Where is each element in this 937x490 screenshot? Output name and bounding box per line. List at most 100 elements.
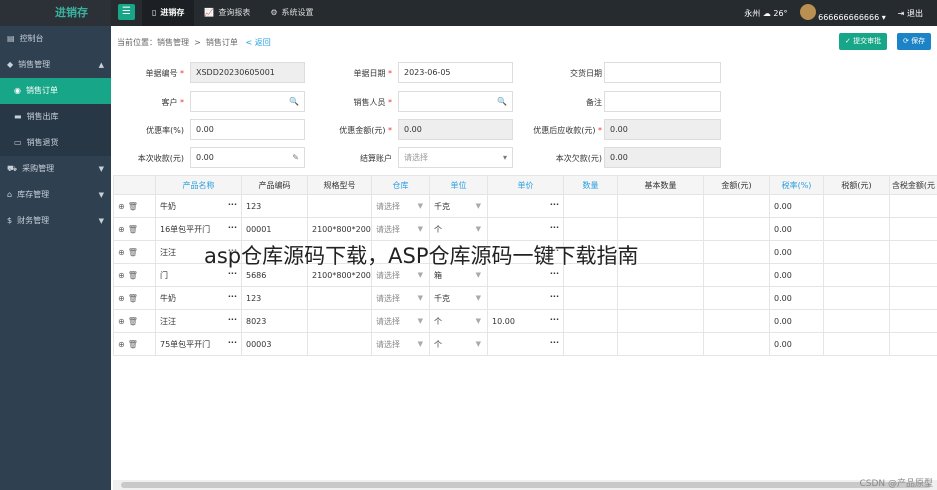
cell-product-name[interactable]: 牛奶 ··· xyxy=(155,194,242,218)
chevron-down-icon: ▼ xyxy=(417,271,423,279)
cell-warehouse[interactable]: 请选择 ▼ xyxy=(371,309,430,333)
more-icon[interactable]: ··· xyxy=(228,269,237,278)
topnav-sales[interactable]: ▯ 进销存 xyxy=(142,0,195,26)
cell-tax-rate[interactable]: 0.00 xyxy=(769,309,824,333)
row-ops[interactable]: ⊕🗑 xyxy=(113,240,156,264)
cell-amount[interactable] xyxy=(703,309,770,333)
cell-amount[interactable] xyxy=(703,217,770,241)
cell-product-name[interactable]: 牛奶 ··· xyxy=(155,286,242,310)
trash-icon[interactable]: 🗑 xyxy=(128,202,141,211)
cell-amount[interactable] xyxy=(703,332,770,356)
cell-tax-amount xyxy=(823,309,890,333)
watermark: CSDN @产品原型 xyxy=(859,479,933,489)
cell-qty[interactable] xyxy=(563,194,618,218)
more-icon[interactable]: ··· xyxy=(550,292,559,301)
chevron-down-icon: ▼ xyxy=(417,225,423,233)
more-icon[interactable]: ··· xyxy=(550,338,559,347)
cell-price[interactable]: ··· xyxy=(487,217,564,241)
more-icon[interactable]: ··· xyxy=(550,223,559,232)
cell-price[interactable]: ··· xyxy=(487,194,564,218)
horizontal-scrollbar[interactable] xyxy=(113,480,937,490)
chevron-down-icon: ▼ xyxy=(475,202,481,210)
cell-price[interactable]: ··· xyxy=(487,286,564,310)
cell-qty[interactable] xyxy=(563,309,618,333)
row-ops[interactable]: ⊕🗑 xyxy=(113,217,156,241)
add-icon[interactable]: ⊕ xyxy=(118,225,128,234)
trash-icon[interactable]: 🗑 xyxy=(128,225,141,234)
row-ops[interactable]: ⊕🗑 xyxy=(113,286,156,310)
topnav-settings[interactable]: ⚙ 系统设置 xyxy=(260,0,323,26)
trash-icon[interactable]: 🗑 xyxy=(128,271,141,280)
add-icon[interactable]: ⊕ xyxy=(118,340,128,349)
sidebar-item-finance[interactable]: $ 财务管理 ▼ xyxy=(0,208,111,234)
save-button[interactable]: ⟳ 保存 xyxy=(897,33,932,50)
back-link[interactable]: < 返回 xyxy=(246,38,271,47)
add-icon[interactable]: ⊕ xyxy=(118,294,128,303)
add-icon[interactable]: ⊕ xyxy=(118,248,128,257)
trash-icon[interactable]: 🗑 xyxy=(128,317,141,326)
cell-unit[interactable]: 千克 ▼ xyxy=(429,286,488,310)
deliver-date-field[interactable] xyxy=(604,62,721,83)
cell-spec xyxy=(307,286,372,310)
truck-icon: ▬ xyxy=(14,112,22,121)
more-icon[interactable]: ··· xyxy=(550,315,559,324)
cell-warehouse[interactable]: 请选择 ▼ xyxy=(371,286,430,310)
col-qty: 数量 xyxy=(563,175,618,195)
more-icon[interactable]: ··· xyxy=(228,200,237,209)
cell-qty[interactable] xyxy=(563,332,618,356)
cell-product-name[interactable]: 汪汪 ··· xyxy=(155,309,242,333)
cell-base-qty xyxy=(617,194,704,218)
user-menu[interactable]: 666666666666 ▾ xyxy=(799,4,886,22)
cell-product-name[interactable]: 75单包平开门 ··· xyxy=(155,332,242,356)
cell-warehouse[interactable]: 请选择 ▼ xyxy=(371,217,430,241)
cell-price[interactable]: 10.00 ··· xyxy=(487,309,564,333)
row-ops[interactable]: ⊕🗑 xyxy=(113,332,156,356)
add-icon[interactable]: ⊕ xyxy=(118,202,128,211)
more-icon[interactable]: ··· xyxy=(228,292,237,301)
more-icon[interactable]: ··· xyxy=(228,223,237,232)
sidebar-item-dashboard[interactable]: ▤ 控制台 xyxy=(0,26,111,52)
chevron-down-icon: ▼ xyxy=(98,217,104,225)
row-ops[interactable]: ⊕🗑 xyxy=(113,309,156,333)
scrollbar-thumb[interactable] xyxy=(121,482,931,488)
more-icon[interactable]: ··· xyxy=(228,315,237,324)
cell-product-name[interactable]: 16单包平开门 ··· xyxy=(155,217,242,241)
cell-amount[interactable] xyxy=(703,194,770,218)
cell-amount[interactable] xyxy=(703,263,770,287)
cell-qty[interactable] xyxy=(563,286,618,310)
cell-tax-rate[interactable]: 0.00 xyxy=(769,194,824,218)
sidebar-item-inventory[interactable]: ⌂ 库存管理 ▼ xyxy=(0,182,111,208)
add-icon[interactable]: ⊕ xyxy=(118,317,128,326)
cell-tax-rate[interactable]: 0.00 xyxy=(769,240,824,264)
chevron-down-icon: ▼ xyxy=(98,191,104,199)
cell-warehouse[interactable]: 请选择 ▼ xyxy=(371,194,430,218)
cell-tax-amount xyxy=(823,286,890,310)
cell-tax-rate[interactable]: 0.00 xyxy=(769,217,824,241)
submit-approval-button[interactable]: ✓ 提交审批 xyxy=(839,33,888,50)
cell-unit[interactable]: 个 ▼ xyxy=(429,217,488,241)
row-ops[interactable]: ⊕🗑 xyxy=(113,263,156,287)
cell-qty[interactable] xyxy=(563,217,618,241)
row-ops[interactable]: ⊕🗑 xyxy=(113,194,156,218)
cell-tax-rate[interactable]: 0.00 xyxy=(769,263,824,287)
topnav-reports[interactable]: 📈 查询报表 xyxy=(194,0,260,26)
add-icon[interactable]: ⊕ xyxy=(118,271,128,280)
menu-toggle-icon[interactable]: ☰ xyxy=(118,4,135,20)
cell-unit[interactable]: 千克 ▼ xyxy=(429,194,488,218)
cell-tax-rate[interactable]: 0.00 xyxy=(769,286,824,310)
cell-amount[interactable] xyxy=(703,286,770,310)
trash-icon[interactable]: 🗑 xyxy=(128,340,141,349)
trash-icon[interactable]: 🗑 xyxy=(128,294,141,303)
more-icon[interactable]: ··· xyxy=(550,200,559,209)
more-icon[interactable]: ··· xyxy=(550,269,559,278)
cell-warehouse[interactable]: 请选择 ▼ xyxy=(371,332,430,356)
cell-price[interactable]: ··· xyxy=(487,332,564,356)
cell-tax-rate[interactable]: 0.00 xyxy=(769,332,824,356)
more-icon[interactable]: ··· xyxy=(228,338,237,347)
trash-icon[interactable]: 🗑 xyxy=(128,248,141,257)
cell-amount[interactable] xyxy=(703,240,770,264)
remark-field[interactable] xyxy=(604,91,721,112)
logout-button[interactable]: ⇥ 退出 xyxy=(898,8,923,19)
cell-unit[interactable]: 个 ▼ xyxy=(429,309,488,333)
cell-unit[interactable]: 个 ▼ xyxy=(429,332,488,356)
